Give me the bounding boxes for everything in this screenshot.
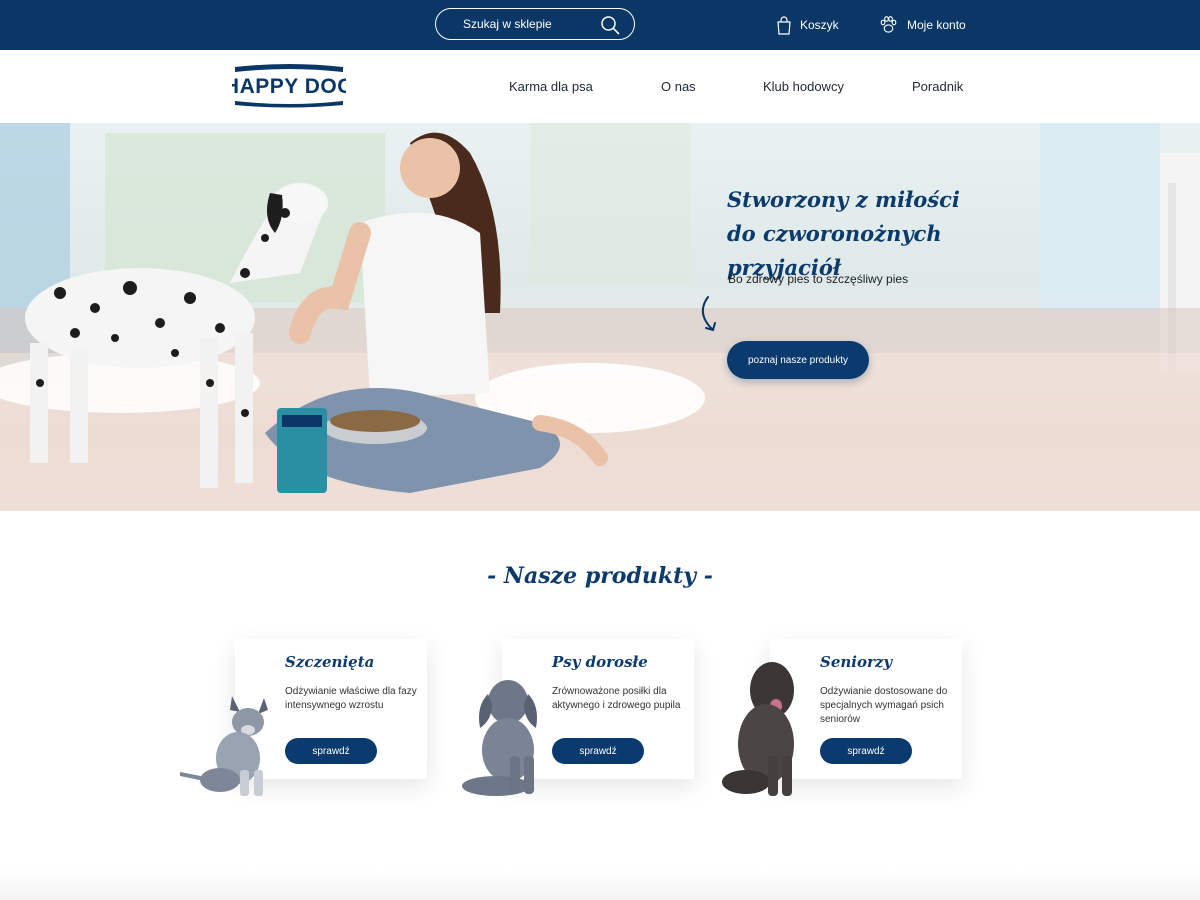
check-button-adult[interactable]: sprawdź — [552, 738, 644, 764]
search-input[interactable] — [436, 9, 596, 39]
nav-item-o-nas[interactable]: O nas — [661, 79, 696, 94]
svg-text:HAPPY DOG: HAPPY DOG — [232, 75, 346, 98]
products-cta-button[interactable]: poznaj nasze produkty — [727, 341, 869, 379]
senior-dog-photo — [722, 662, 794, 796]
check-button-puppies[interactable]: sprawdź — [285, 738, 377, 764]
search-icon[interactable] — [600, 15, 620, 35]
cart-link[interactable]: Koszyk — [776, 0, 839, 50]
puppy-photo — [180, 696, 268, 796]
top-bar: Koszyk Moje konto — [0, 0, 1200, 50]
hero-photo — [0, 123, 1200, 511]
account-label: Moje konto — [907, 18, 966, 32]
hero-banner: Stworzony z miłości do czworonożnych prz… — [0, 123, 1200, 511]
nav-item-karma[interactable]: Karma dla psa — [509, 79, 593, 94]
cart-label: Koszyk — [800, 18, 839, 32]
card-title: Psy dorosłe — [552, 653, 648, 671]
hero-title-line-1: Stworzony z miłości — [727, 187, 960, 212]
card-title: Szczenięta — [285, 653, 375, 671]
curved-arrow-icon — [701, 296, 716, 332]
card-description: Zrównoważone posiłki dla aktywnego i zdr… — [552, 686, 681, 711]
main-nav: HAPPY DOG Karma dla psa O nas Klub hodow… — [0, 50, 1200, 123]
nav-item-poradnik[interactable]: Poradnik — [912, 79, 963, 94]
search-box — [435, 8, 635, 40]
weimaraner-photo — [462, 680, 537, 796]
paw-icon — [880, 16, 897, 33]
card-description: Odżywianie dostosowane do specjalnych wy… — [820, 686, 948, 725]
shopping-bag-icon — [777, 15, 791, 35]
card-description: Odżywianie właściwe dla fazy intensywneg… — [285, 686, 417, 711]
hero-subtitle: Bo zdrowy pies to szczęśliwy pies — [728, 272, 909, 286]
happy-dog-logo[interactable]: HAPPY DOG — [232, 63, 346, 109]
account-link[interactable]: Moje konto — [878, 0, 966, 50]
card-title: Seniorzy — [820, 653, 893, 671]
products-section-title: - Nasze produkty - — [487, 563, 713, 589]
check-button-seniors[interactable]: sprawdź — [820, 738, 912, 764]
footer-fade — [0, 870, 1200, 900]
hero-title: Stworzony z miłości do czworonożnych prz… — [727, 183, 1007, 285]
nav-item-klub-hodowcy[interactable]: Klub hodowcy — [763, 79, 844, 94]
